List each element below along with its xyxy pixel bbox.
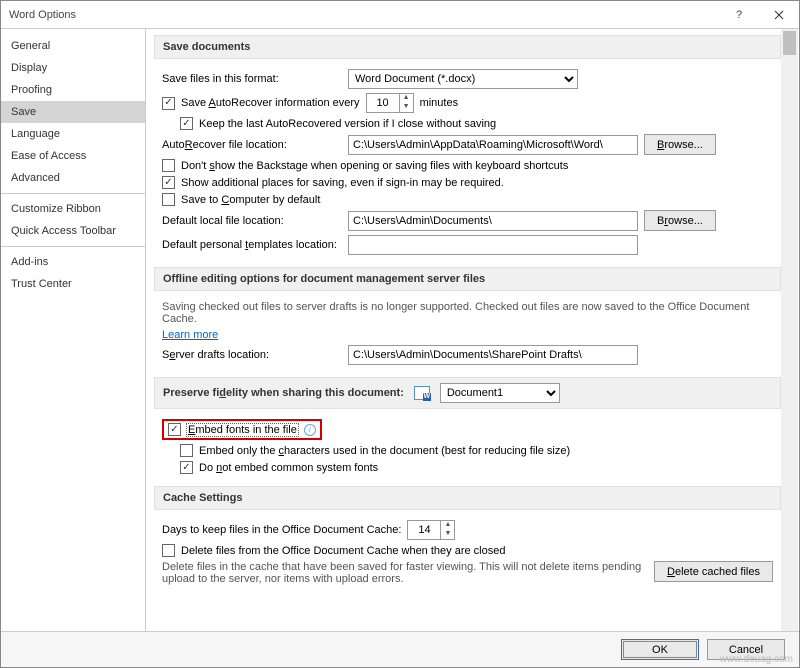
spin-up-icon[interactable]: ▲ [399,94,413,103]
cache-days-input[interactable] [408,521,440,539]
document-icon [414,386,430,400]
sidebar-separator [1,246,145,247]
additional-places-label: Show additional places for saving, even … [181,177,504,189]
browse-autorecover-button[interactable]: Browse... [644,134,716,155]
delete-closed-label: Delete files from the Office Document Ca… [181,545,505,557]
browse-default-button[interactable]: Browse... [644,210,716,231]
dialog-footer: OK Cancel [1,631,799,667]
cache-note: Delete files in the cache that have been… [162,561,648,585]
word-options-window: Word Options ? General Display Proofing … [0,0,800,668]
sidebar: General Display Proofing Save Language E… [1,29,146,631]
default-location-input[interactable] [348,211,638,231]
section-offline: Offline editing options for document man… [154,267,781,291]
close-icon [774,10,784,20]
section-preserve: Preserve fidelity when sharing this docu… [154,377,781,409]
backstage-checkbox[interactable] [162,159,175,172]
sidebar-item-advanced[interactable]: Advanced [1,167,145,189]
save-format-combo[interactable]: Word Document (*.docx) [348,69,578,89]
watermark: www.deuag.com [720,654,793,665]
vertical-scrollbar[interactable] [781,29,798,631]
additional-places-checkbox[interactable] [162,176,175,189]
sidebar-item-trust-center[interactable]: Trust Center [1,273,145,295]
section-save-documents: Save documents [154,35,781,59]
minutes-label: minutes [420,97,459,109]
embed-only-checkbox[interactable] [180,444,193,457]
autorecover-location-input[interactable] [348,135,638,155]
sidebar-item-general[interactable]: General [1,35,145,57]
sidebar-item-save[interactable]: Save [1,101,145,123]
autorecover-minutes-input[interactable] [367,94,399,112]
delete-cached-files-button[interactable]: Delete cached files [654,561,773,582]
spin-down-icon[interactable]: ▼ [440,530,454,539]
sidebar-item-proofing[interactable]: Proofing [1,79,145,101]
default-templates-input[interactable] [348,235,638,255]
window-title: Word Options [1,9,719,21]
learn-more-link[interactable]: Learn more [162,329,218,341]
spin-up-icon[interactable]: ▲ [440,521,454,530]
close-button[interactable] [759,1,799,29]
autorecover-minutes-spin[interactable]: ▲▼ [366,93,414,113]
keep-last-checkbox[interactable] [180,117,193,130]
delete-closed-checkbox[interactable] [162,544,175,557]
cache-days-label: Days to keep files in the Office Documen… [162,524,401,536]
sidebar-item-display[interactable]: Display [1,57,145,79]
offline-note: Saving checked out files to server draft… [162,301,773,325]
sidebar-item-quick-access-toolbar[interactable]: Quick Access Toolbar [1,220,145,242]
embed-fonts-highlight: Embed fonts in the file i [162,419,322,440]
server-drafts-input[interactable] [348,345,638,365]
scrollbar-thumb[interactable] [783,31,796,55]
embed-fonts-checkbox[interactable] [168,423,181,436]
autorecover-checkbox[interactable] [162,97,175,110]
sidebar-item-customize-ribbon[interactable]: Customize Ribbon [1,198,145,220]
section-cache: Cache Settings [154,486,781,510]
keep-last-label: Keep the last AutoRecovered version if I… [199,118,496,130]
save-format-label: Save files in this format: [162,73,342,85]
help-button[interactable]: ? [719,1,759,29]
no-embed-common-checkbox[interactable] [180,461,193,474]
info-icon[interactable]: i [304,424,316,436]
ok-button[interactable]: OK [621,639,699,660]
sidebar-separator [1,193,145,194]
sidebar-item-add-ins[interactable]: Add-ins [1,251,145,273]
content-pane: Save documents Save files in this format… [146,29,799,631]
sidebar-item-ease-of-access[interactable]: Ease of Access [1,145,145,167]
sidebar-item-language[interactable]: Language [1,123,145,145]
spin-down-icon[interactable]: ▼ [399,103,413,112]
save-computer-checkbox[interactable] [162,193,175,206]
titlebar: Word Options ? [1,1,799,29]
cache-days-spin[interactable]: ▲▼ [407,520,455,540]
preserve-doc-combo[interactable]: Document1 [440,383,560,403]
